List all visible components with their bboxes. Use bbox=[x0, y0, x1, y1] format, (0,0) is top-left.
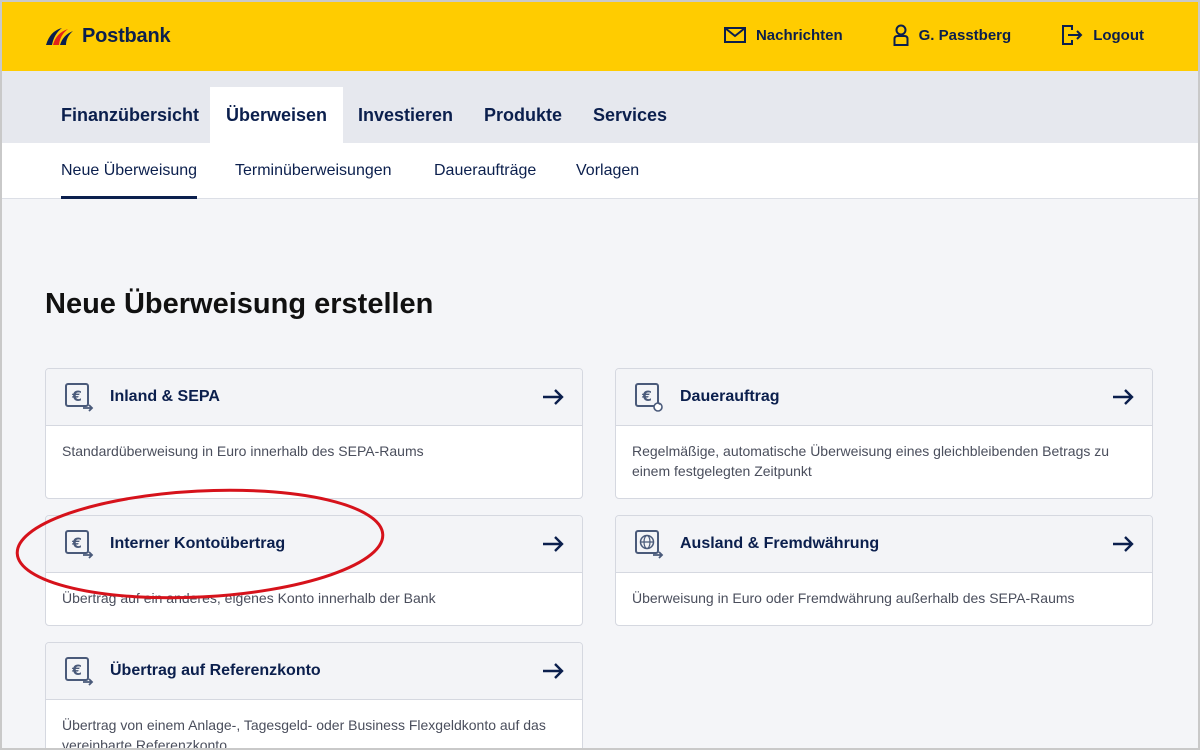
nav-investieren[interactable]: Investieren bbox=[342, 87, 469, 143]
arrow-right-icon bbox=[543, 389, 564, 405]
card-description: Standardüberweisung in Euro innerhalb de… bbox=[62, 443, 424, 459]
arrow-right-icon bbox=[1113, 389, 1134, 405]
card-title: Inland & SEPA bbox=[110, 388, 220, 405]
svg-text:€: € bbox=[71, 536, 82, 552]
card-title: Ausland & Fremdwährung bbox=[680, 535, 880, 552]
euro-transfer-icon: € bbox=[65, 383, 94, 412]
card-description: Überweisung in Euro oder Fremdwährung au… bbox=[632, 590, 1075, 606]
card-inland-sepa[interactable]: € Inland & SEPA Standardüberweisung in E… bbox=[45, 368, 583, 499]
user-icon bbox=[893, 24, 909, 46]
user-name-label: G. Passtberg bbox=[918, 26, 1012, 44]
globe-transfer-icon bbox=[635, 530, 664, 559]
euro-transfer-icon: € bbox=[65, 530, 94, 559]
card-header: € Interner Kontoübertrag bbox=[46, 516, 582, 573]
nav-ueberweisen[interactable]: Überweisen bbox=[210, 87, 344, 143]
card-description: Regelmäßige, automatische Überweisung ei… bbox=[632, 443, 1110, 479]
svg-text:€: € bbox=[71, 389, 82, 405]
arrow-right-icon bbox=[1113, 536, 1134, 552]
top-bar: Postbank Nachrichten G. Passtberg Logout bbox=[0, 0, 1200, 71]
tab-dauerauftraege[interactable]: Daueraufträge bbox=[434, 143, 536, 199]
arrow-right-icon bbox=[543, 536, 564, 552]
nav-services[interactable]: Services bbox=[577, 87, 683, 143]
card-title: Übertrag auf Referenzkonto bbox=[110, 662, 321, 679]
card-header: € Dauerauftrag bbox=[616, 369, 1152, 426]
tab-neue-ueberweisung[interactable]: Neue Überweisung bbox=[61, 143, 198, 199]
logout-icon bbox=[1062, 25, 1083, 45]
logo-wordmark: Postbank bbox=[82, 24, 171, 47]
card-header: € Inland & SEPA bbox=[46, 369, 582, 426]
logout-button[interactable]: Logout bbox=[1061, 22, 1144, 48]
card-title: Dauerauftrag bbox=[680, 388, 780, 405]
card-dauerauftrag[interactable]: € Dauerauftrag Regelmäßige, automatische… bbox=[615, 368, 1153, 499]
postbank-logo-icon bbox=[46, 28, 73, 45]
card-header: € Übertrag auf Referenzkonto bbox=[46, 643, 582, 700]
nav-produkte[interactable]: Produkte bbox=[468, 87, 578, 143]
tab-terminueberweisungen[interactable]: Terminüberweisungen bbox=[235, 143, 392, 199]
messages-label: Nachrichten bbox=[755, 26, 843, 44]
euro-recurring-icon: € bbox=[635, 383, 663, 412]
user-profile-button[interactable]: G. Passtberg bbox=[893, 22, 1012, 48]
main-navigation: Finanzübersicht Überweisen Investieren P… bbox=[0, 71, 1200, 143]
card-title: Interner Kontoübertrag bbox=[110, 535, 286, 552]
logout-label: Logout bbox=[1093, 26, 1144, 44]
card-description: Übertrag auf ein anderes, eigenes Konto … bbox=[62, 590, 436, 606]
nav-finanzuebersicht[interactable]: Finanzübersicht bbox=[45, 87, 215, 143]
card-ausland-fremdwaehrung[interactable]: Ausland & Fremdwährung Überweisung in Eu… bbox=[615, 515, 1153, 626]
envelope-icon bbox=[723, 27, 746, 43]
card-header: Ausland & Fremdwährung bbox=[616, 516, 1152, 573]
postbank-logo[interactable]: Postbank bbox=[44, 22, 171, 50]
tab-vorlagen[interactable]: Vorlagen bbox=[576, 143, 639, 199]
messages-button[interactable]: Nachrichten bbox=[723, 22, 843, 48]
page-title: Neue Überweisung erstellen bbox=[45, 288, 434, 320]
header-actions: Nachrichten G. Passtberg Logout bbox=[674, 22, 1144, 48]
card-description: Übertrag von einem Anlage-, Tagesgeld- o… bbox=[62, 717, 546, 750]
sub-navigation: Neue Überweisung Terminüberweisungen Dau… bbox=[0, 143, 1200, 199]
svg-text:€: € bbox=[641, 389, 652, 405]
card-interner-kontouebertrag[interactable]: € Interner Kontoübertrag Übertrag auf ei… bbox=[45, 515, 583, 626]
svg-text:€: € bbox=[71, 663, 82, 679]
euro-transfer-icon: € bbox=[65, 657, 94, 686]
arrow-right-icon bbox=[543, 663, 564, 679]
card-uebertrag-referenzkonto[interactable]: € Übertrag auf Referenzkonto Übertrag vo… bbox=[45, 642, 583, 750]
